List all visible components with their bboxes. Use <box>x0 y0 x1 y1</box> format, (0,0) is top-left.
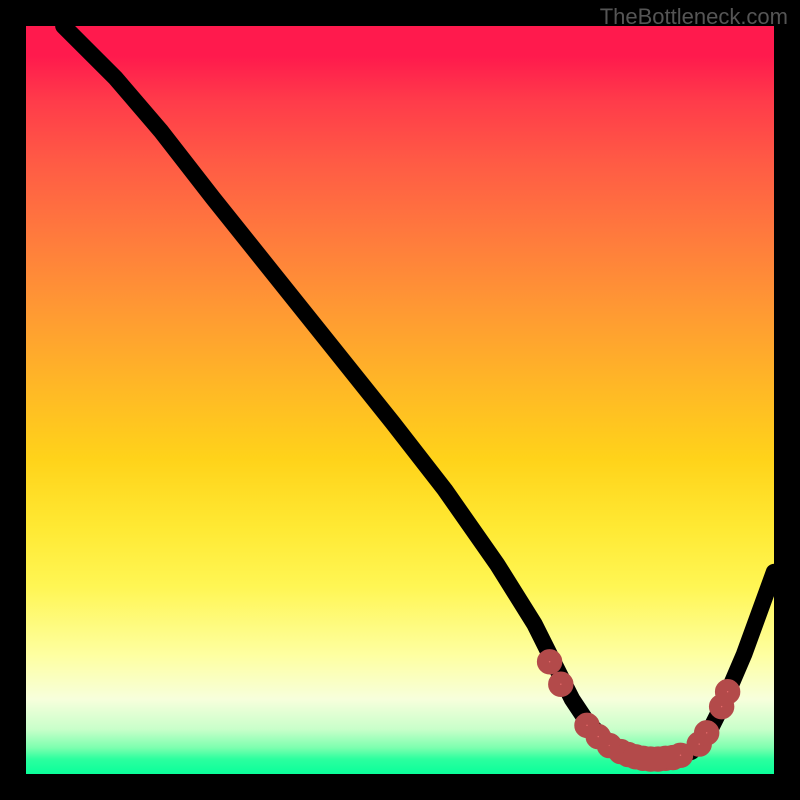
bottleneck-curve <box>63 26 774 759</box>
highlight-dot <box>543 655 556 668</box>
chart-svg <box>26 26 774 774</box>
highlight-dot <box>554 678 567 691</box>
highlight-dot <box>721 685 734 698</box>
highlight-dot <box>700 726 713 739</box>
highlight-dot <box>674 749 687 762</box>
plot-area <box>26 26 774 774</box>
watermark-text: TheBottleneck.com <box>600 4 788 30</box>
